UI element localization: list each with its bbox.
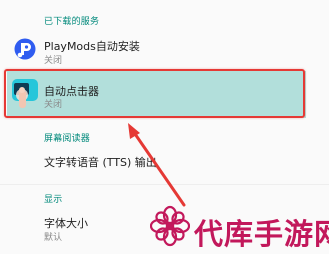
accessibility-settings-screen: 已下载的服务 PlayMods自动安装 关闭 自动点击器 关闭 屏幕阅读器 文字… — [0, 0, 329, 254]
watermark-flower-logo — [149, 205, 191, 247]
watermark-text: 代库手游网 — [194, 217, 329, 251]
